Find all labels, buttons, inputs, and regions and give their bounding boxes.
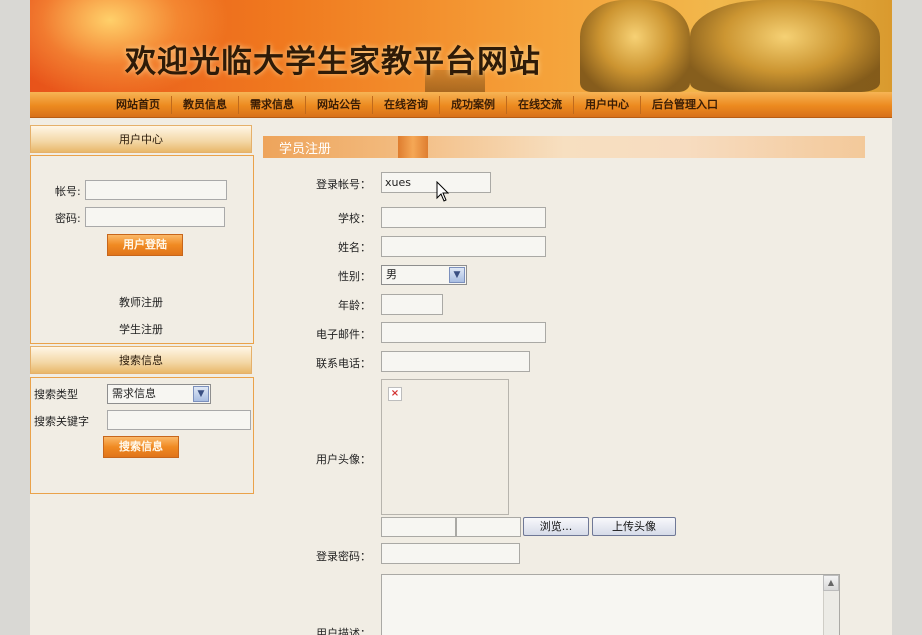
age-input[interactable] <box>381 294 443 315</box>
lion-statue-image <box>690 0 880 92</box>
avatar-file-input[interactable] <box>456 517 521 537</box>
nav-consult[interactable]: 在线咨询 <box>373 95 440 114</box>
search-type-select[interactable]: 需求信息 ▼ <box>107 384 211 404</box>
nav-user-center[interactable]: 用户中心 <box>574 95 641 114</box>
login-account-label: 登录帐号： <box>316 178 371 191</box>
gender-value: 男 <box>386 268 397 281</box>
chevron-down-icon[interactable]: ▼ <box>449 267 465 283</box>
user-center-header: 用户中心 <box>30 125 252 153</box>
email-input[interactable] <box>381 322 546 343</box>
email-label: 电子邮件： <box>316 328 371 341</box>
gender-label: 性别： <box>338 270 371 283</box>
name-input[interactable] <box>381 236 546 257</box>
search-button[interactable]: 搜索信息 <box>103 436 179 458</box>
browse-button[interactable]: 浏览... <box>523 517 589 536</box>
login-button[interactable]: 用户登陆 <box>107 234 183 256</box>
page: 欢迎光临大学生家教平台网站 网站首页 教员信息 需求信息 网站公告 在线咨询 成… <box>30 0 892 635</box>
account-input[interactable] <box>85 180 227 200</box>
main-nav: 网站首页 教员信息 需求信息 网站公告 在线咨询 成功案例 在线交流 用户中心 … <box>30 92 892 118</box>
nav-announcements[interactable]: 网站公告 <box>306 95 373 114</box>
login-panel: 帐号: 密码: 用户登陆 教师注册 学生注册 <box>30 155 254 344</box>
broken-image-icon: × <box>388 387 402 401</box>
chevron-down-icon[interactable]: ▼ <box>193 386 209 402</box>
password-label: 密码: <box>55 212 81 225</box>
description-label: 用户描述： <box>316 627 371 635</box>
site-banner: 欢迎光临大学生家教平台网站 <box>30 0 892 92</box>
page-title: 学员注册 <box>279 142 332 157</box>
scroll-up-icon[interactable]: ▲ <box>823 575 839 591</box>
search-panel: 搜索类型 需求信息 ▼ 搜索关键字 搜索信息 <box>30 377 254 494</box>
login-password-input[interactable] <box>381 543 520 564</box>
name-label: 姓名： <box>338 241 371 254</box>
search-type-value: 需求信息 <box>112 387 156 400</box>
lion-statue-image <box>580 0 690 92</box>
nav-admin[interactable]: 后台管理入口 <box>641 96 729 114</box>
mouse-cursor-icon <box>436 181 450 202</box>
title-bar-accent <box>398 136 428 158</box>
nav-demands[interactable]: 需求信息 <box>239 95 306 114</box>
student-register-link[interactable]: 学生注册 <box>119 321 163 337</box>
school-label: 学校： <box>338 212 371 225</box>
password-field-label: 登录密码： <box>316 550 371 563</box>
search-keyword-label: 搜索关键字 <box>34 415 89 428</box>
site-title: 欢迎光临大学生家教平台网站 <box>125 44 541 80</box>
phone-input[interactable] <box>381 351 530 372</box>
avatar-label: 用户头像： <box>316 453 371 466</box>
description-textarea[interactable]: ▲ <box>381 574 840 635</box>
avatar-path-input[interactable] <box>381 517 456 537</box>
nav-cases[interactable]: 成功案例 <box>440 95 507 114</box>
upload-avatar-button[interactable]: 上传头像 <box>592 517 676 536</box>
avatar-preview: × <box>381 379 509 515</box>
search-type-label: 搜索类型 <box>34 388 78 401</box>
nav-chat[interactable]: 在线交流 <box>507 95 574 114</box>
phone-label: 联系电话： <box>316 357 371 370</box>
age-label: 年龄： <box>338 299 371 312</box>
nav-home[interactable]: 网站首页 <box>105 95 172 114</box>
password-input[interactable] <box>85 207 225 227</box>
gender-select[interactable]: 男 ▼ <box>381 265 467 285</box>
search-keyword-input[interactable] <box>107 410 251 430</box>
school-input[interactable] <box>381 207 546 228</box>
account-label: 帐号: <box>55 185 81 198</box>
page-title-bar: 学员注册 <box>263 136 865 158</box>
search-header: 搜索信息 <box>30 346 252 374</box>
nav-teachers[interactable]: 教员信息 <box>172 95 239 114</box>
teacher-register-link[interactable]: 教师注册 <box>119 294 163 310</box>
